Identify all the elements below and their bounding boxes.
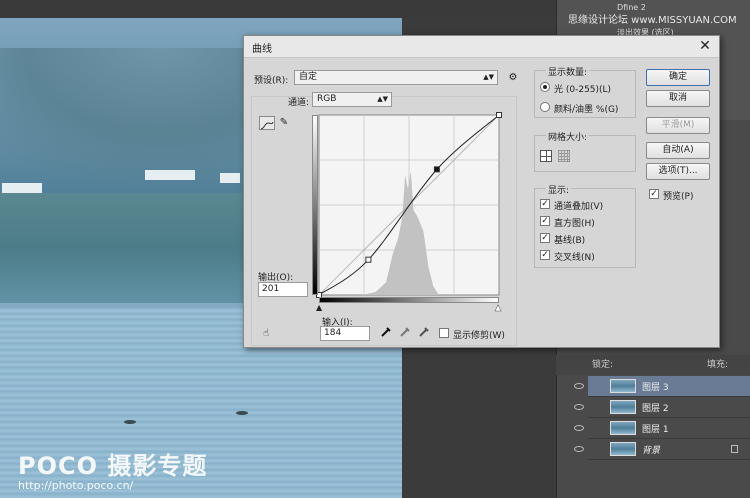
detailed-grid-icon[interactable] xyxy=(558,150,570,162)
channel-label: 通道: xyxy=(288,98,310,108)
cancel-button[interactable]: 取消 xyxy=(646,90,710,107)
site-watermark: 思缘设计论坛 www.MISSYUAN.COM xyxy=(568,15,737,26)
layer-row-3[interactable]: 图层 3 xyxy=(574,376,750,397)
house xyxy=(220,173,240,183)
eye-icon[interactable] xyxy=(574,404,584,410)
show-clipping-checkbox[interactable] xyxy=(439,328,449,338)
light-radio[interactable] xyxy=(540,82,550,92)
layer-lock-row: 锁定: 填充: xyxy=(556,355,750,375)
curves-dialog: 曲线 ✕ 预设(R): 自定 ▲▼ ⚙ 通道: RGB ▲▼ ✎ ▲ ▲ 输出(… xyxy=(243,35,720,348)
curve-icon xyxy=(260,121,274,130)
layer-thumbnail xyxy=(610,400,636,414)
fill-label: 填充: xyxy=(706,360,728,370)
show-title: 显示: xyxy=(546,183,572,196)
curve-tool-button[interactable] xyxy=(259,116,275,130)
watermark-brand: POCO 摄影专题 xyxy=(18,452,208,480)
house xyxy=(2,183,42,193)
input-field[interactable]: 184 xyxy=(320,326,370,341)
grid-size-title: 网格大小: xyxy=(546,130,590,143)
pigment-radio[interactable] xyxy=(540,102,550,112)
layer-name: 图层 2 xyxy=(642,403,669,414)
eye-icon[interactable] xyxy=(574,446,584,452)
simple-grid-icon[interactable] xyxy=(540,150,552,162)
intersection-checkbox[interactable]: ✓ xyxy=(540,250,550,260)
layer-row-1[interactable]: 图层 1 xyxy=(574,418,750,439)
layer-thumbnail xyxy=(610,421,636,435)
photo-watermark: POCO 摄影专题 http://photo.poco.cn/ xyxy=(18,446,207,492)
layers-list: 图层 3 图层 2 图层 1 背景 xyxy=(574,376,750,460)
curve-control-point[interactable] xyxy=(365,256,372,263)
black-eyedropper-icon[interactable] xyxy=(379,326,393,340)
curve-control-point[interactable] xyxy=(496,112,502,118)
smooth-button[interactable]: 平滑(M) xyxy=(646,117,710,134)
preset-select[interactable]: 自定 ▲▼ xyxy=(294,70,498,85)
layer-name: 图层 1 xyxy=(642,424,669,435)
show-amount-title: 显示数量: xyxy=(546,65,590,78)
eye-icon[interactable] xyxy=(574,383,584,389)
layer-row-background[interactable]: 背景 xyxy=(574,439,750,460)
preset-value: 自定 xyxy=(299,72,318,82)
workspace: POCO 摄影专题 http://photo.poco.cn/ Dfine 2 … xyxy=(0,0,750,498)
preview-checkbox[interactable]: ✓ xyxy=(649,189,659,199)
preset-label: 预设(R): xyxy=(254,76,289,86)
output-field[interactable]: 201 xyxy=(258,282,308,297)
gray-eyedropper-icon[interactable] xyxy=(398,326,412,340)
bird xyxy=(124,420,136,424)
baseline-checkbox[interactable]: ✓ xyxy=(540,233,550,243)
channel-value: RGB xyxy=(317,94,337,104)
layer-name: 图层 3 xyxy=(642,382,669,393)
white-eyedropper-icon[interactable] xyxy=(417,326,431,340)
close-icon[interactable]: ✕ xyxy=(697,38,713,54)
baseline-label: 基线(B) xyxy=(554,236,586,246)
ok-button[interactable]: 确定 xyxy=(646,69,710,86)
white-slider-icon[interactable]: ▲ xyxy=(495,303,502,313)
dialog-title: 曲线 xyxy=(252,44,272,55)
histogram-label: 直方图(H) xyxy=(554,219,595,229)
channel-overlay-label: 通道叠加(V) xyxy=(554,202,604,212)
dialog-titlebar[interactable]: 曲线 ✕ xyxy=(244,36,719,58)
layer-name: 背景 xyxy=(642,445,661,456)
house xyxy=(145,170,195,180)
lock-icon xyxy=(731,445,738,453)
light-radio-label: 光 (0-255)(L) xyxy=(554,85,612,95)
updown-arrow-icon: ▲▼ xyxy=(483,73,494,81)
pigment-radio-label: 颜料/油墨 %(G) xyxy=(554,105,619,115)
updown-arrow-icon: ▲▼ xyxy=(377,95,388,103)
curve-control-point[interactable] xyxy=(433,166,440,173)
hand-adjust-icon[interactable]: ☝ xyxy=(259,327,273,341)
gear-icon[interactable]: ⚙ xyxy=(506,71,520,85)
eye-icon[interactable] xyxy=(574,425,584,431)
histogram-checkbox[interactable]: ✓ xyxy=(540,216,550,226)
auto-button[interactable]: 自动(A) xyxy=(646,142,710,159)
layer-thumbnail xyxy=(610,379,636,393)
intersection-label: 交叉线(N) xyxy=(554,253,595,263)
lock-label: 锁定: xyxy=(592,360,614,370)
bird xyxy=(236,411,248,415)
layer-thumbnail xyxy=(610,442,636,456)
layer-row-2[interactable]: 图层 2 xyxy=(574,397,750,418)
curve-graph[interactable] xyxy=(312,108,508,304)
show-clipping-label: 显示修剪(W) xyxy=(453,331,505,341)
input-gradient-bar xyxy=(319,297,499,303)
pencil-icon[interactable]: ✎ xyxy=(277,116,291,130)
preview-label: 预览(P) xyxy=(663,192,694,202)
output-gradient-bar xyxy=(312,115,318,295)
black-slider-icon[interactable]: ▲ xyxy=(316,303,322,312)
options-button[interactable]: 选项(T)... xyxy=(646,163,710,180)
channel-overlay-checkbox[interactable]: ✓ xyxy=(540,199,550,209)
channel-select[interactable]: RGB ▲▼ xyxy=(312,92,392,107)
